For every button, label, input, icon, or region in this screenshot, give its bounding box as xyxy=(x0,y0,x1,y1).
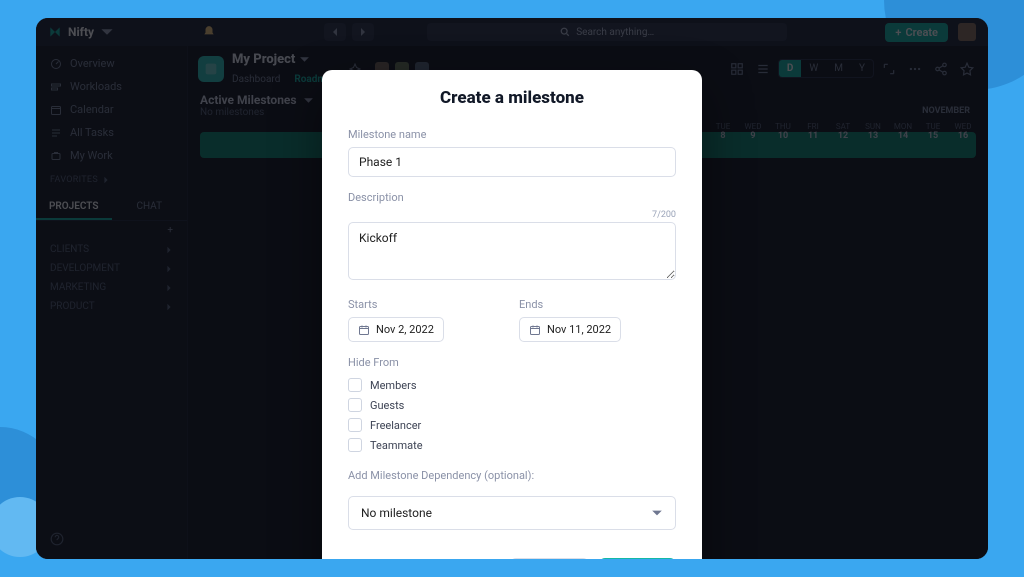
hide-from-members[interactable]: Members xyxy=(348,375,676,395)
checkbox-icon xyxy=(348,418,362,432)
hide-from-label: Hide From xyxy=(348,356,676,369)
dependency-label: Add Milestone Dependency (optional): xyxy=(348,469,676,482)
start-date-picker[interactable]: Nov 2, 2022 xyxy=(348,317,444,342)
starts-label: Starts xyxy=(348,298,505,311)
hide-from-guests[interactable]: Guests xyxy=(348,395,676,415)
hide-from-teammate[interactable]: Teammate xyxy=(348,435,676,455)
page-background: Nifty Search anything… + Create xyxy=(0,0,1024,577)
milestone-name-input[interactable] xyxy=(348,147,676,177)
modal-title: Create a milestone xyxy=(348,88,676,108)
checkbox-icon xyxy=(348,398,362,412)
hide-from-option-label: Guests xyxy=(370,399,404,412)
checkbox-icon xyxy=(348,378,362,392)
start-date-text: Nov 2, 2022 xyxy=(376,323,434,336)
checkbox-icon xyxy=(348,438,362,452)
description-label: Description xyxy=(348,191,676,204)
create-button[interactable]: Create xyxy=(599,558,676,559)
description-input[interactable] xyxy=(348,222,676,280)
ends-label: Ends xyxy=(519,298,676,311)
hide-from-option-label: Freelancer xyxy=(370,419,421,432)
create-milestone-modal: Create a milestone Milestone name Descri… xyxy=(322,70,702,559)
cancel-button[interactable]: Cancel xyxy=(510,558,589,559)
chevron-down-icon xyxy=(651,507,663,519)
hide-from-option-label: Teammate xyxy=(370,439,423,452)
end-date-picker[interactable]: Nov 11, 2022 xyxy=(519,317,621,342)
dependency-value: No milestone xyxy=(361,506,432,520)
milestone-name-label: Milestone name xyxy=(348,128,676,141)
app-frame: Nifty Search anything… + Create xyxy=(36,18,988,559)
dependency-select[interactable]: No milestone xyxy=(348,496,676,530)
description-counter: 7/200 xyxy=(348,210,676,220)
hide-from-freelancer[interactable]: Freelancer xyxy=(348,415,676,435)
calendar-icon xyxy=(358,324,370,336)
hide-from-option-label: Members xyxy=(370,379,417,392)
end-date-text: Nov 11, 2022 xyxy=(547,323,611,336)
calendar-icon xyxy=(529,324,541,336)
